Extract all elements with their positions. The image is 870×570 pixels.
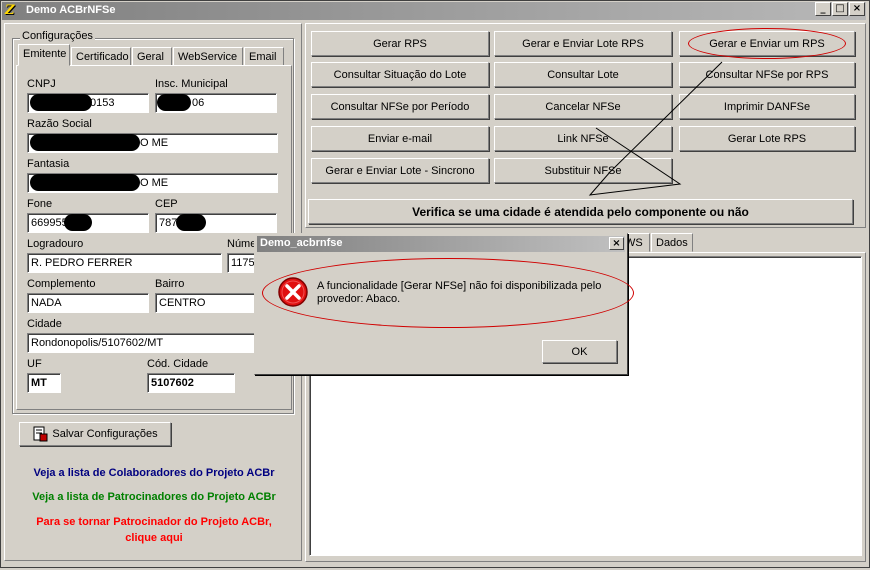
numero-label: Núme bbox=[227, 238, 257, 250]
gerar-enviar-um-rps-button[interactable]: Gerar e Enviar um RPS bbox=[679, 31, 855, 56]
dialog-message-line1: A funcionalidade [Gerar NFSe] não foi di… bbox=[317, 280, 602, 292]
cancelar-nfse-button[interactable]: Cancelar NFSe bbox=[494, 94, 672, 119]
consultar-nfse-periodo-button[interactable]: Consultar NFSe por Período bbox=[311, 94, 489, 119]
maximize-button[interactable]: □ bbox=[832, 2, 848, 16]
tab-email[interactable]: Email bbox=[244, 47, 284, 66]
complemento-label: Complemento bbox=[27, 278, 96, 290]
link-nfse-button[interactable]: Link NFSe bbox=[494, 126, 672, 151]
redaction-mark bbox=[30, 134, 140, 151]
redaction-mark bbox=[157, 94, 191, 111]
error-dialog: Demo_acbrnfse × A funcionalidade [Gerar … bbox=[254, 233, 628, 375]
cidade-label: Cidade bbox=[27, 318, 62, 330]
dialog-message-line2: provedor: Abaco. bbox=[317, 293, 401, 305]
minimize-button[interactable]: _ bbox=[815, 2, 831, 16]
complemento-field[interactable]: NADA bbox=[27, 293, 149, 313]
title-bar: Z Demo ACBrNFSe bbox=[2, 2, 866, 20]
cep-field[interactable]: 787 bbox=[155, 213, 277, 233]
config-group-label: Configurações bbox=[20, 30, 95, 42]
uf-label: UF bbox=[27, 358, 42, 370]
fantasia-label: Fantasia bbox=[27, 158, 70, 170]
dialog-title-bar: Demo_acbrnfse × bbox=[257, 236, 625, 252]
cep-label: CEP bbox=[155, 198, 178, 210]
save-config-button[interactable]: Salvar Configurações bbox=[19, 422, 171, 446]
link-patrocinadores[interactable]: Veja a lista de Patrocinadores do Projet… bbox=[14, 491, 294, 503]
uf-field[interactable]: MT bbox=[27, 373, 61, 393]
imprimir-danfse-button[interactable]: Imprimir DANFSe bbox=[679, 94, 855, 119]
logradouro-field[interactable]: R. PEDRO FERRER bbox=[27, 253, 222, 273]
fone-label: Fone bbox=[27, 198, 53, 210]
dialog-title: Demo_acbrnfse bbox=[260, 237, 343, 249]
gerar-enviar-lote-rps-button[interactable]: Gerar e Enviar Lote RPS bbox=[494, 31, 672, 56]
window-title: Demo ACBrNFSe bbox=[26, 4, 116, 16]
redaction-mark bbox=[64, 214, 92, 231]
cidade-field[interactable]: Rondonopolis/5107602/MT bbox=[27, 333, 267, 353]
gerar-rps-button[interactable]: Gerar RPS bbox=[311, 31, 489, 56]
cod-cidade-label: Cód. Cidade bbox=[147, 358, 209, 370]
gerar-lote-rps-button[interactable]: Gerar Lote RPS bbox=[679, 126, 855, 151]
error-icon bbox=[278, 277, 308, 307]
link-clique-aqui[interactable]: clique aqui bbox=[14, 532, 294, 544]
gerar-enviar-lote-sincrono-button[interactable]: Gerar e Enviar Lote - Sincrono bbox=[311, 158, 489, 183]
bairro-label: Bairro bbox=[155, 278, 185, 290]
enviar-email-button[interactable]: Enviar e-mail bbox=[311, 126, 489, 151]
tab-dados[interactable]: Dados bbox=[651, 233, 693, 252]
redaction-mark bbox=[30, 94, 92, 111]
tab-emitente[interactable]: Emitente bbox=[18, 44, 70, 66]
link-tornar-patrocinador[interactable]: Para se tornar Patrocinador do Projeto A… bbox=[14, 516, 294, 528]
razao-social-label: Razão Social bbox=[27, 118, 92, 130]
save-config-icon bbox=[33, 426, 48, 442]
link-colaboradores[interactable]: Veja a lista de Colaboradores do Projeto… bbox=[14, 467, 294, 479]
dialog-close-button[interactable]: × bbox=[609, 237, 624, 250]
tab-geral[interactable]: Geral bbox=[132, 47, 172, 66]
substituir-nfse-button[interactable]: Substituir NFSe bbox=[494, 158, 672, 183]
verifica-cidade-button[interactable]: Verifica se uma cidade é atendida pelo c… bbox=[308, 199, 853, 224]
close-button[interactable]: × bbox=[849, 2, 865, 16]
insc-municipal-label: Insc. Municipal bbox=[155, 78, 228, 90]
tab-certificado[interactable]: Certificado bbox=[71, 47, 131, 66]
app-logo-icon: Z bbox=[5, 3, 15, 18]
cod-cidade-field[interactable]: 5107602 bbox=[147, 373, 235, 393]
consultar-nfse-rps-button[interactable]: Consultar NFSe por RPS bbox=[679, 62, 855, 87]
logradouro-label: Logradouro bbox=[27, 238, 84, 250]
consultar-situacao-lote-button[interactable]: Consultar Situação do Lote bbox=[311, 62, 489, 87]
redaction-mark bbox=[176, 214, 206, 231]
redaction-mark bbox=[30, 174, 140, 191]
save-config-label: Salvar Configurações bbox=[52, 428, 158, 440]
tab-webservice[interactable]: WebService bbox=[173, 47, 243, 66]
consultar-lote-button[interactable]: Consultar Lote bbox=[494, 62, 672, 87]
cnpj-label: CNPJ bbox=[27, 78, 56, 90]
ok-button[interactable]: OK bbox=[542, 340, 617, 363]
bairro-field[interactable]: CENTRO bbox=[155, 293, 265, 313]
